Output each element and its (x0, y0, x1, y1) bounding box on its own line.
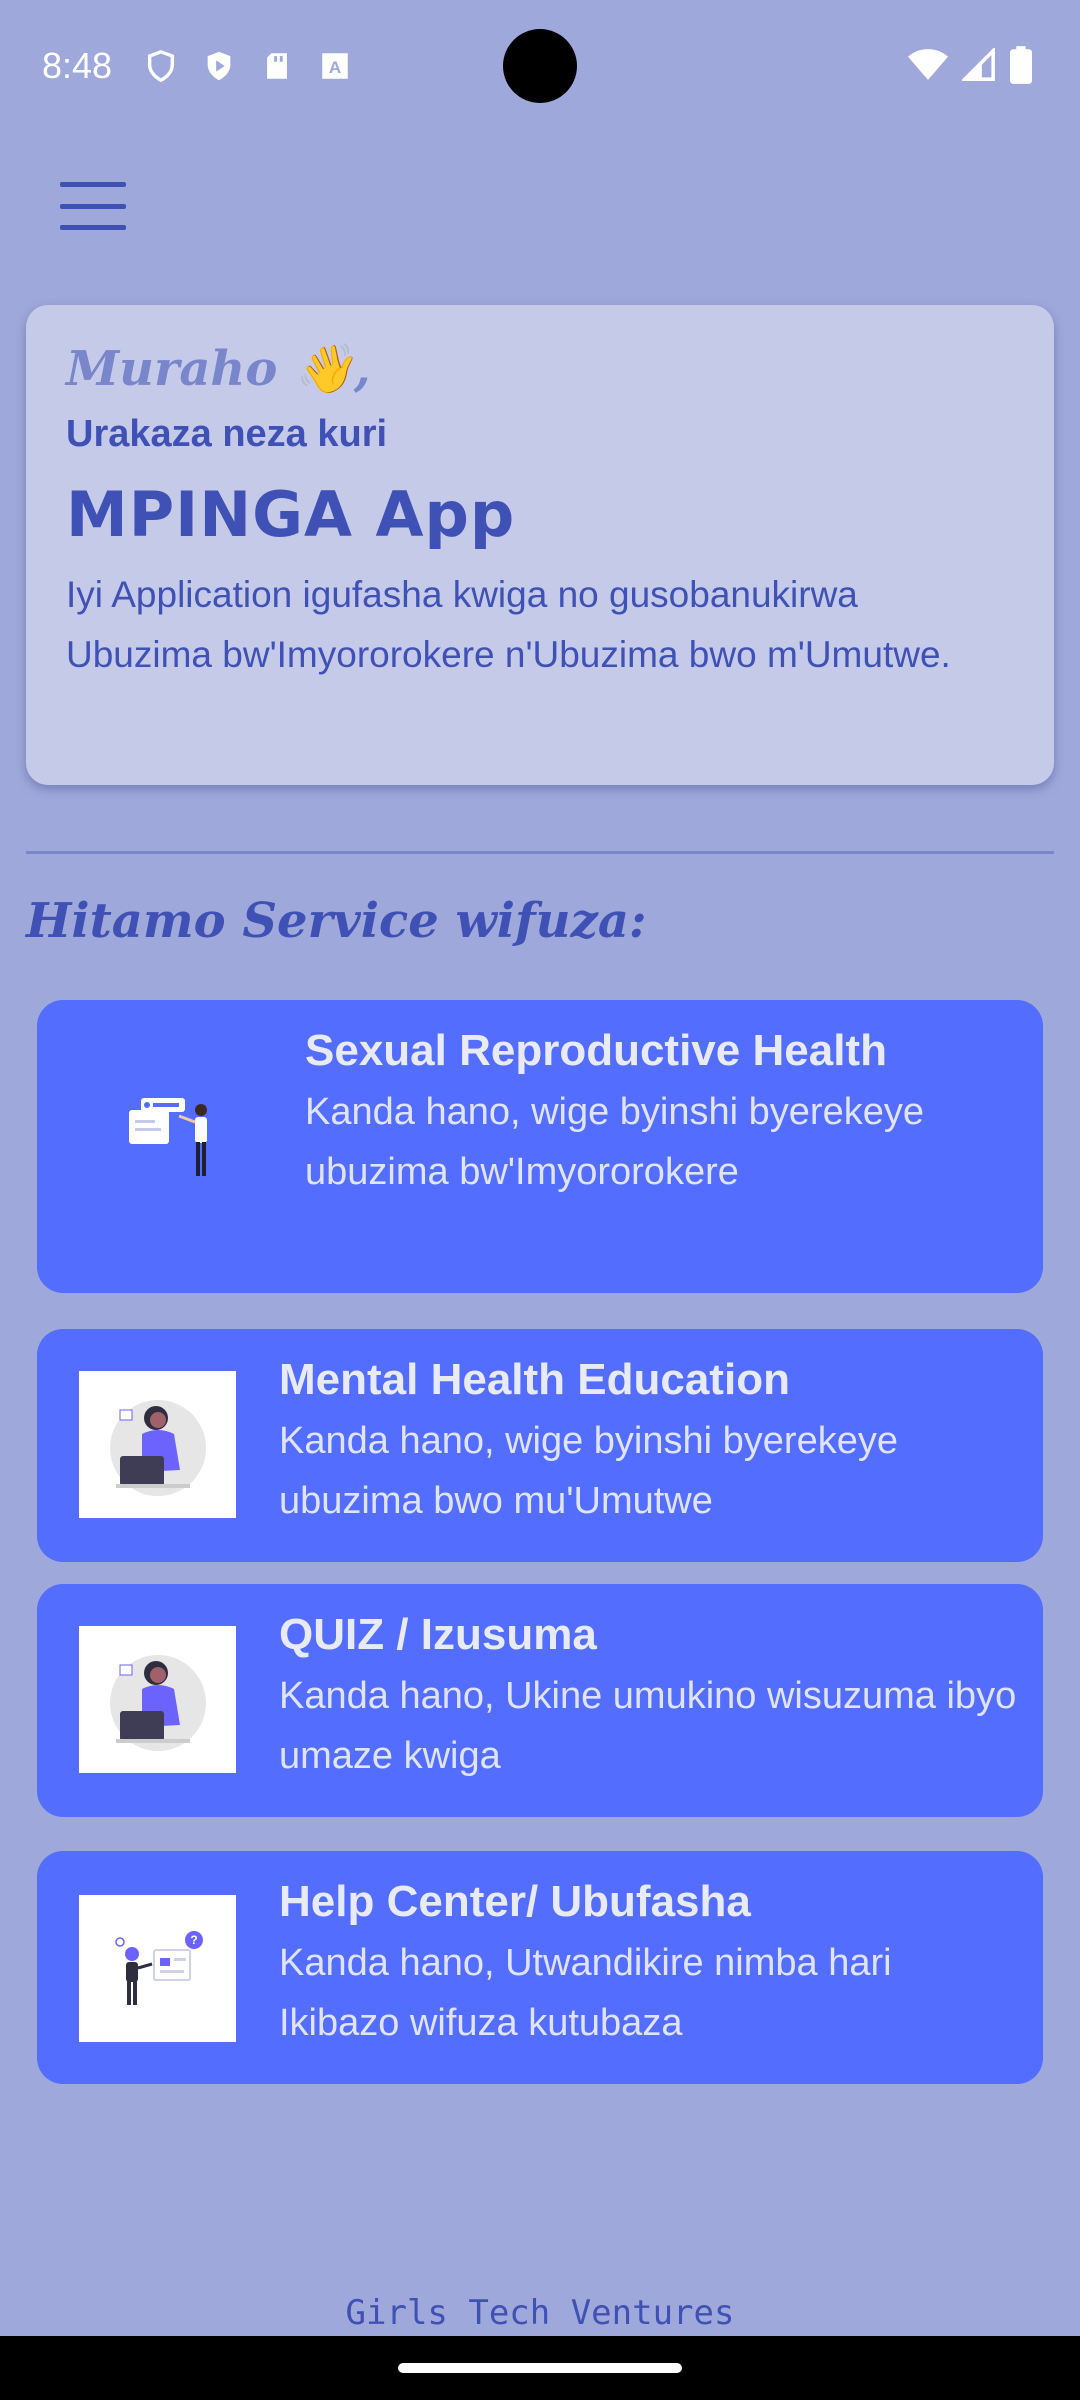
service-title: Sexual Reproductive Health (305, 1026, 887, 1075)
status-bar: 8:48 A (0, 0, 1080, 132)
service-title: Mental Health Education (279, 1355, 790, 1404)
service-card-mental-health[interactable]: Mental Health Education Kanda hano, wige… (37, 1329, 1043, 1562)
battery-icon (1010, 46, 1032, 84)
keyboard-a-icon: A (322, 53, 348, 79)
service-description: Kanda hano, Utwandikire nimba hari Ikiba… (279, 1942, 892, 2044)
presentation-illustration-icon (97, 1067, 254, 1217)
front-camera (503, 29, 577, 103)
service-card-sexual-reproductive-health[interactable]: Sexual Reproductive Health Kanda hano, w… (37, 1000, 1043, 1293)
hamburger-menu-icon[interactable] (60, 182, 126, 230)
service-title: QUIZ / Izusuma (279, 1610, 597, 1659)
woman-laptop-illustration-icon (79, 1371, 236, 1518)
shield-icon (148, 50, 175, 83)
play-protect-icon (207, 51, 231, 81)
status-time: 8:48 (42, 45, 113, 86)
woman-laptop-illustration-icon (79, 1626, 236, 1773)
service-description: Kanda hano, wige byinshi byerekeye ubuzi… (305, 1091, 924, 1193)
welcome-description: Iyi Application igufasha kwiga no gusoba… (66, 574, 951, 675)
section-title: Hitamo Service wifuza: (26, 893, 647, 949)
app-name: MPINGA App (66, 478, 516, 551)
welcome-subtitle: Urakaza neza kuri (66, 413, 388, 455)
svg-text:A: A (329, 58, 341, 77)
service-description: Kanda hano, Ukine umukino wisuzuma ibyo … (279, 1675, 1017, 1777)
footer-credit: Girls Tech Ventures (345, 2293, 735, 2333)
home-gesture-handle[interactable] (398, 2363, 682, 2373)
service-title: Help Center/ Ubufasha (279, 1877, 751, 1926)
signal-icon (962, 48, 995, 81)
svg-text:?: ? (190, 1933, 197, 1947)
service-card-help-center[interactable]: ? Help Center/ Ubufasha Kanda hano, Utwa… (37, 1851, 1043, 2084)
greeting-text: Muraho 👋, (66, 340, 371, 397)
service-description: Kanda hano, wige byinshi byerekeye ubuzi… (279, 1420, 898, 1522)
welcome-card: Muraho 👋, Urakaza neza kuri MPINGA App I… (26, 305, 1054, 785)
divider (26, 851, 1054, 854)
sd-card-icon (267, 53, 287, 79)
service-card-quiz[interactable]: QUIZ / Izusuma Kanda hano, Ukine umukino… (37, 1584, 1043, 1817)
help-question-illustration-icon: ? (79, 1895, 236, 2042)
wifi-icon (908, 49, 948, 80)
